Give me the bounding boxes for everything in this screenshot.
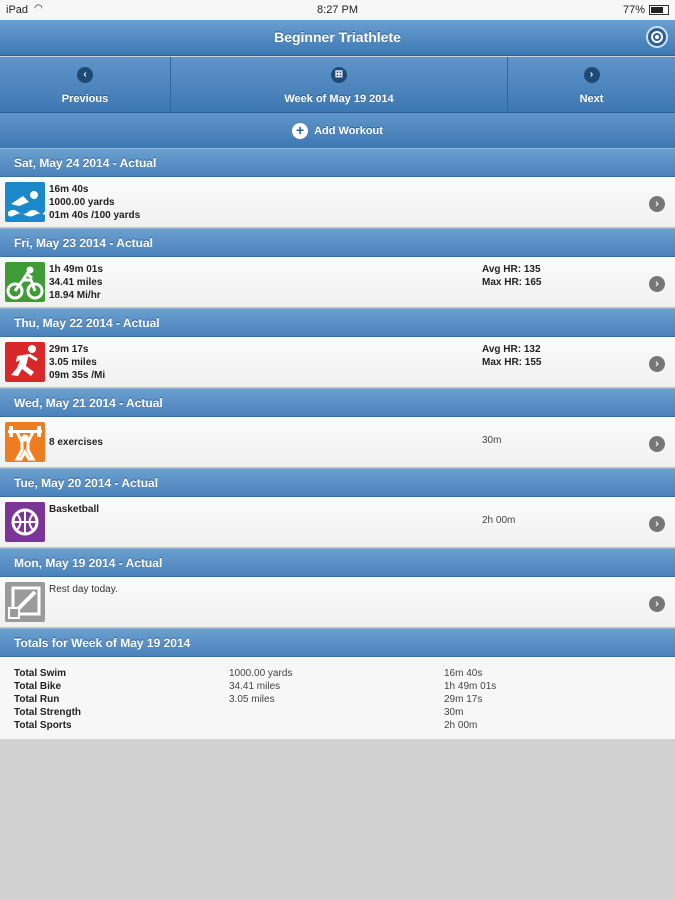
workout-details: 1h 49m 01s 34.41 miles 18.94 Mi/hr [49, 263, 103, 302]
workout-distance: 34.41 miles [49, 277, 103, 288]
next-week-button[interactable]: › Next [508, 57, 675, 112]
max-hr: Max HR: 165 [482, 277, 542, 288]
workout-duration: 29m 17s [49, 344, 89, 355]
total-time: 30m [444, 707, 464, 718]
add-workout-button[interactable]: + Add Workout [0, 113, 675, 149]
day-section: Wed, May 21 2014 - Actual 8 exercises 30… [0, 388, 675, 468]
sport-name: Basketball [49, 504, 100, 515]
week-navigation: ‹ Previous ⊞ Week of May 19 2014 › Next [0, 57, 675, 113]
chevron-right-icon[interactable]: › [649, 196, 665, 212]
day-section: Tue, May 20 2014 - Actual Basketball 2h … [0, 468, 675, 548]
workout-duration: 16m 40s [49, 184, 89, 195]
heart-rate: Avg HR: 132 Max HR: 155 [482, 343, 541, 369]
chevron-left-icon: ‹ [77, 67, 93, 83]
total-label: Total Run [14, 694, 60, 705]
total-distance: 34.41 miles [229, 681, 281, 692]
day-section: Thu, May 22 2014 - Actual 29m 17s 3.05 m… [0, 308, 675, 388]
workout-pace: 09m 35s /Mi [49, 370, 106, 381]
total-label: Total Swim [14, 668, 67, 679]
totals-table: Total Swim Total Bike Total Run Total St… [0, 657, 675, 739]
day-header: Mon, May 19 2014 - Actual [0, 548, 675, 577]
total-time: 29m 17s [444, 694, 483, 705]
chevron-right-icon[interactable]: › [649, 276, 665, 292]
day-header: Sat, May 24 2014 - Actual [0, 148, 675, 177]
battery-icon [649, 5, 669, 15]
total-label: Total Bike [14, 681, 62, 692]
title-bar: Beginner Triathlete [0, 20, 675, 56]
avg-hr: Avg HR: 132 [482, 344, 541, 355]
day-section: Sat, May 24 2014 - Actual 16m 40s 1000.0… [0, 148, 675, 228]
rest-day-icon [5, 582, 45, 622]
totals-distances: 1000.00 yards 34.41 miles 3.05 miles [229, 667, 292, 732]
total-time: 1h 49m 01s [444, 681, 497, 692]
total-distance: 1000.00 yards [229, 668, 293, 679]
page-title: Beginner Triathlete [274, 29, 401, 45]
chevron-right-icon[interactable]: › [649, 596, 665, 612]
workout-distance: 3.05 miles [49, 357, 97, 368]
next-label: Next [579, 93, 604, 105]
strength-icon [5, 422, 45, 462]
workout-distance: 1000.00 yards [49, 197, 115, 208]
bike-icon [5, 262, 45, 302]
day-header: Thu, May 22 2014 - Actual [0, 308, 675, 337]
chevron-right-icon[interactable]: › [649, 516, 665, 532]
swim-icon [5, 182, 45, 222]
workout-duration: 1h 49m 01s [49, 264, 103, 275]
week-selector-button[interactable]: ⊞ Week of May 19 2014 [171, 57, 508, 112]
workout-row[interactable]: Basketball 2h 00m › [0, 497, 675, 548]
total-distance [229, 706, 292, 719]
chevron-right-icon: › [583, 67, 600, 83]
workout-details: 8 exercises [49, 423, 103, 449]
basketball-icon [5, 502, 45, 542]
chevron-right-icon[interactable]: › [649, 356, 665, 372]
totals-times: 16m 40s 1h 49m 01s 29m 17s 30m 2h 00m [444, 667, 496, 732]
workout-row[interactable]: Rest day today. › [0, 577, 675, 628]
day-header: Wed, May 21 2014 - Actual [0, 388, 675, 417]
workout-details: Rest day today. [49, 583, 118, 596]
workout-blank-line [49, 423, 103, 436]
workout-details: Basketball [49, 503, 99, 516]
workout-pace: 01m 40s /100 yards [49, 210, 141, 221]
total-label: Total Strength [14, 707, 82, 718]
calendar-grid-icon: ⊞ [331, 67, 347, 83]
total-time: 2h 00m [444, 720, 478, 731]
status-bar: iPad ◠ 8:27 PM 77% [0, 0, 675, 20]
workout-row[interactable]: 8 exercises 30m › [0, 417, 675, 468]
avg-hr: Avg HR: 135 [482, 264, 541, 275]
chevron-right-icon[interactable]: › [649, 436, 665, 452]
workout-details: 16m 40s 1000.00 yards 01m 40s /100 yards [49, 183, 140, 222]
settings-button[interactable] [646, 26, 668, 48]
total-label: Total Sports [14, 720, 72, 731]
workout-row[interactable]: 1h 49m 01s 34.41 miles 18.94 Mi/hr Avg H… [0, 257, 675, 308]
previous-label: Previous [61, 93, 109, 105]
rest-day-note: Rest day today. [49, 584, 118, 595]
day-section: Mon, May 19 2014 - Actual Rest day today… [0, 548, 675, 628]
workout-time: 2h 00m [482, 515, 516, 526]
day-section: Fri, May 23 2014 - Actual 1h 49m 01s 34.… [0, 228, 675, 308]
week-label: Week of May 19 2014 [284, 93, 394, 105]
exercise-count: 8 exercises [49, 437, 103, 448]
previous-week-button[interactable]: ‹ Previous [0, 57, 171, 112]
total-distance [229, 719, 292, 732]
gear-icon [653, 33, 661, 41]
workout-time: 30m [482, 435, 502, 446]
total-distance: 3.05 miles [229, 694, 275, 705]
weekly-totals: Totals for Week of May 19 2014 Total Swi… [0, 628, 675, 739]
battery-percent: 77% [622, 4, 645, 16]
day-header: Tue, May 20 2014 - Actual [0, 468, 675, 497]
clock: 8:27 PM [317, 4, 358, 16]
workout-row[interactable]: 16m 40s 1000.00 yards 01m 40s /100 yards… [0, 177, 675, 228]
workout-speed: 18.94 Mi/hr [49, 290, 101, 301]
run-icon [5, 342, 45, 382]
total-time: 16m 40s [444, 668, 483, 679]
workout-details: 29m 17s 3.05 miles 09m 35s /Mi [49, 343, 105, 382]
totals-header: Totals for Week of May 19 2014 [0, 628, 675, 657]
max-hr: Max HR: 155 [482, 357, 542, 368]
workout-row[interactable]: 29m 17s 3.05 miles 09m 35s /Mi Avg HR: 1… [0, 337, 675, 388]
day-header: Fri, May 23 2014 - Actual [0, 228, 675, 257]
heart-rate: Avg HR: 135 Max HR: 165 [482, 263, 541, 289]
plus-icon: + [292, 122, 309, 139]
totals-labels: Total Swim Total Bike Total Run Total St… [14, 667, 81, 732]
add-workout-label: Add Workout [314, 124, 383, 137]
